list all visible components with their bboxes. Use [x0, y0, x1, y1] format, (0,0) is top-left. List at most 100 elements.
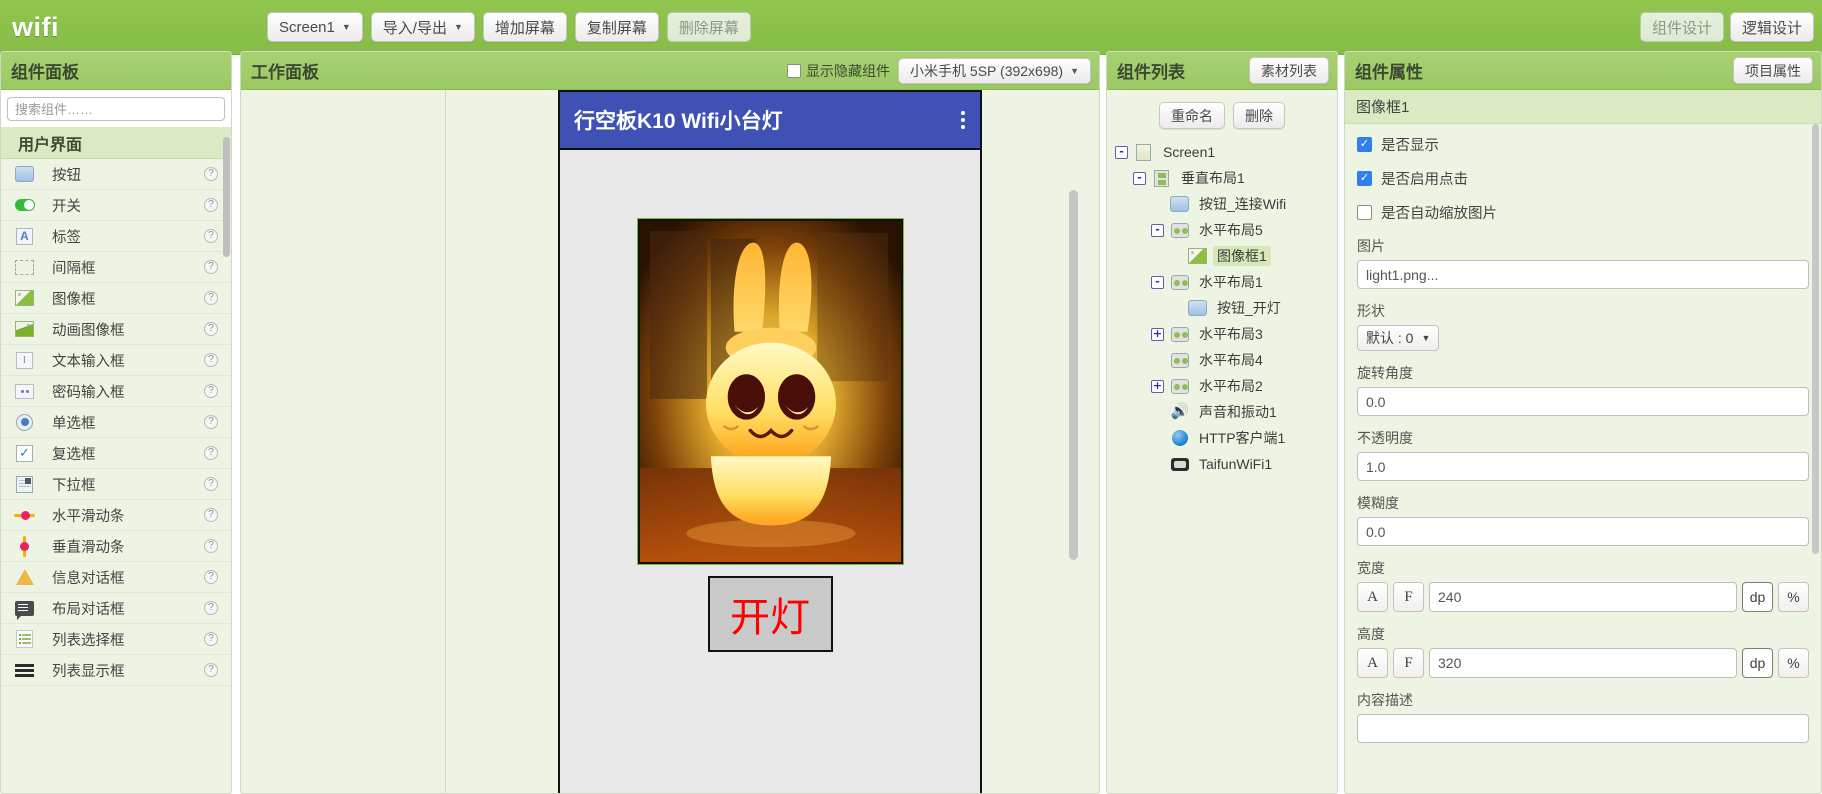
component-item-11[interactable]: 下拉框? [1, 469, 231, 500]
properties-scrollbar[interactable] [1812, 124, 1819, 554]
help-icon[interactable]: ? [204, 260, 218, 274]
tree-node[interactable]: - Screen1 [1115, 139, 1337, 165]
tree-node[interactable]: + 水平布局2 [1115, 373, 1337, 399]
property-input[interactable]: 1.0 [1357, 452, 1809, 481]
component-item-9[interactable]: 单选框? [1, 407, 231, 438]
category-user-interface[interactable]: 用户界面 [1, 127, 231, 159]
properties-body: ✓ 是否显示 ✓ 是否启用点击 是否自动缩放图片 图片 light1.png... 形状 默认… [1345, 124, 1821, 743]
properties-fields: 图片 light1.png... 形状 默认 : 0 ▼ 旋转角度 0.0 不透明度 1.0 模糊… [1357, 236, 1809, 546]
tree-node[interactable]: HTTP客户端1 [1115, 425, 1337, 451]
dimension-unit-dp[interactable]: dp [1742, 582, 1773, 612]
help-icon[interactable]: ? [204, 663, 218, 677]
component-item-3[interactable]: A 标签? [1, 221, 231, 252]
tree-node[interactable]: TaifunWiFi1 [1115, 451, 1337, 477]
tab-logic-design[interactable]: 逻辑设计 [1729, 12, 1814, 42]
help-icon[interactable]: ? [204, 384, 218, 398]
help-icon[interactable]: ? [204, 291, 218, 305]
delete-button[interactable]: 删除 [1233, 102, 1285, 129]
tree-node[interactable]: - 垂直布局1 [1115, 165, 1337, 191]
component-item-10[interactable]: ✓ 复选框? [1, 438, 231, 469]
copy-screen-button[interactable]: 复制屏幕 [574, 12, 659, 42]
dimension-fill-button[interactable]: F [1393, 582, 1424, 612]
component-item-14[interactable]: 信息对话框? [1, 562, 231, 593]
tree-node[interactable]: 按钮_连接Wifi [1115, 191, 1337, 217]
help-icon[interactable]: ? [204, 322, 218, 336]
dimension-value-input[interactable]: 240 [1429, 582, 1737, 612]
help-icon[interactable]: ? [204, 446, 218, 460]
tree-node[interactable]: 🔊 声音和振动1 [1115, 399, 1337, 425]
tree-node-label: Screen1 [1163, 144, 1216, 160]
property-input[interactable]: 0.0 [1357, 387, 1809, 416]
collapse-icon[interactable]: - [1133, 171, 1146, 185]
property-checkbox-2[interactable]: ✓ 是否启用点击 [1357, 168, 1809, 189]
help-icon[interactable]: ? [204, 415, 218, 429]
delete-screen-button[interactable]: 删除屏幕 [666, 12, 751, 42]
dimension-unit-dp[interactable]: dp [1742, 648, 1773, 678]
component-item-15[interactable]: 布局对话框? [1, 593, 231, 624]
component-item-label: 标签 [52, 229, 81, 246]
help-icon[interactable]: ? [204, 477, 218, 491]
property-input[interactable]: 0.0 [1357, 517, 1809, 546]
component-item-17[interactable]: 列表显示框? [1, 655, 231, 686]
component-item-16[interactable]: 列表选择框? [1, 624, 231, 655]
horizontal-slider-icon [14, 505, 35, 526]
help-icon[interactable]: ? [204, 229, 218, 243]
help-icon[interactable]: ? [204, 539, 218, 553]
component-item-7[interactable]: I 文本输入框? [1, 345, 231, 376]
component-item-4[interactable]: 间隔框? [1, 252, 231, 283]
show-hidden-components-checkbox[interactable]: 显示隐藏组件 [787, 61, 890, 81]
property-checkbox-3[interactable]: 是否自动缩放图片 [1357, 202, 1809, 223]
help-icon[interactable]: ? [204, 198, 218, 212]
project-properties-button[interactable]: 项目属性 [1733, 57, 1813, 84]
kebab-menu-icon[interactable] [961, 111, 965, 129]
component-item-label: 列表显示框 [52, 663, 125, 680]
tree-node[interactable]: + 水平布局3 [1115, 321, 1337, 347]
import-export-button[interactable]: 导入/导出 ▼ [370, 12, 475, 42]
help-icon[interactable]: ? [204, 570, 218, 584]
component-panel-scrollbar[interactable] [223, 137, 230, 257]
asset-list-button[interactable]: 素材列表 [1249, 57, 1329, 84]
dimension-fill-button[interactable]: F [1393, 648, 1424, 678]
tree-node[interactable]: - 水平布局1 [1115, 269, 1337, 295]
image-component-preview[interactable] [636, 218, 904, 565]
component-item-1[interactable]: 按钮? [1, 159, 231, 190]
globe-icon [1170, 430, 1189, 447]
tree-node[interactable]: 图像框1 [1115, 243, 1337, 269]
tab-component-design[interactable]: 组件设计 [1639, 12, 1724, 42]
property-checkbox-1[interactable]: ✓ 是否显示 [1357, 134, 1809, 155]
tree-node[interactable]: - 水平布局5 [1115, 217, 1337, 243]
component-item-8[interactable]: 密码输入框? [1, 376, 231, 407]
component-item-5[interactable]: 图像框? [1, 283, 231, 314]
collapse-icon[interactable]: - [1151, 275, 1164, 289]
help-icon[interactable]: ? [204, 167, 218, 181]
help-icon[interactable]: ? [204, 508, 218, 522]
expand-icon[interactable]: + [1151, 379, 1164, 393]
collapse-icon[interactable]: - [1115, 145, 1128, 159]
device-selector[interactable]: 小米手机 5SP (392x698) ▼ [898, 58, 1091, 84]
dimension-value-input[interactable]: 320 [1429, 648, 1737, 678]
component-item-6[interactable]: 动画图像框? [1, 314, 231, 345]
content-description-input[interactable] [1357, 714, 1809, 743]
dimension-unit-percent[interactable]: % [1778, 648, 1809, 678]
property-input[interactable]: light1.png... [1357, 260, 1809, 289]
tree-node[interactable]: 水平布局4 [1115, 347, 1337, 373]
dimension-auto-button[interactable]: A [1357, 648, 1388, 678]
component-item-12[interactable]: 水平滑动条? [1, 500, 231, 531]
help-icon[interactable]: ? [204, 353, 218, 367]
rename-button[interactable]: 重命名 [1159, 102, 1225, 129]
button-component-preview[interactable]: 开灯 [707, 576, 833, 652]
screen-selector-button[interactable]: Screen1 ▼ [267, 12, 363, 42]
component-item-13[interactable]: 垂直滑动条? [1, 531, 231, 562]
add-screen-button[interactable]: 增加屏幕 [482, 12, 567, 42]
phone-preview-scrollbar[interactable] [1069, 190, 1078, 560]
help-icon[interactable]: ? [204, 601, 218, 615]
dimension-auto-button[interactable]: A [1357, 582, 1388, 612]
help-icon[interactable]: ? [204, 632, 218, 646]
dimension-unit-percent[interactable]: % [1778, 582, 1809, 612]
expand-icon[interactable]: + [1151, 327, 1164, 341]
collapse-icon[interactable]: - [1151, 223, 1164, 237]
component-item-2[interactable]: 开关? [1, 190, 231, 221]
search-input[interactable] [7, 97, 225, 121]
property-select[interactable]: 默认 : 0 ▼ [1357, 325, 1440, 351]
tree-node[interactable]: 按钮_开灯 [1115, 295, 1337, 321]
